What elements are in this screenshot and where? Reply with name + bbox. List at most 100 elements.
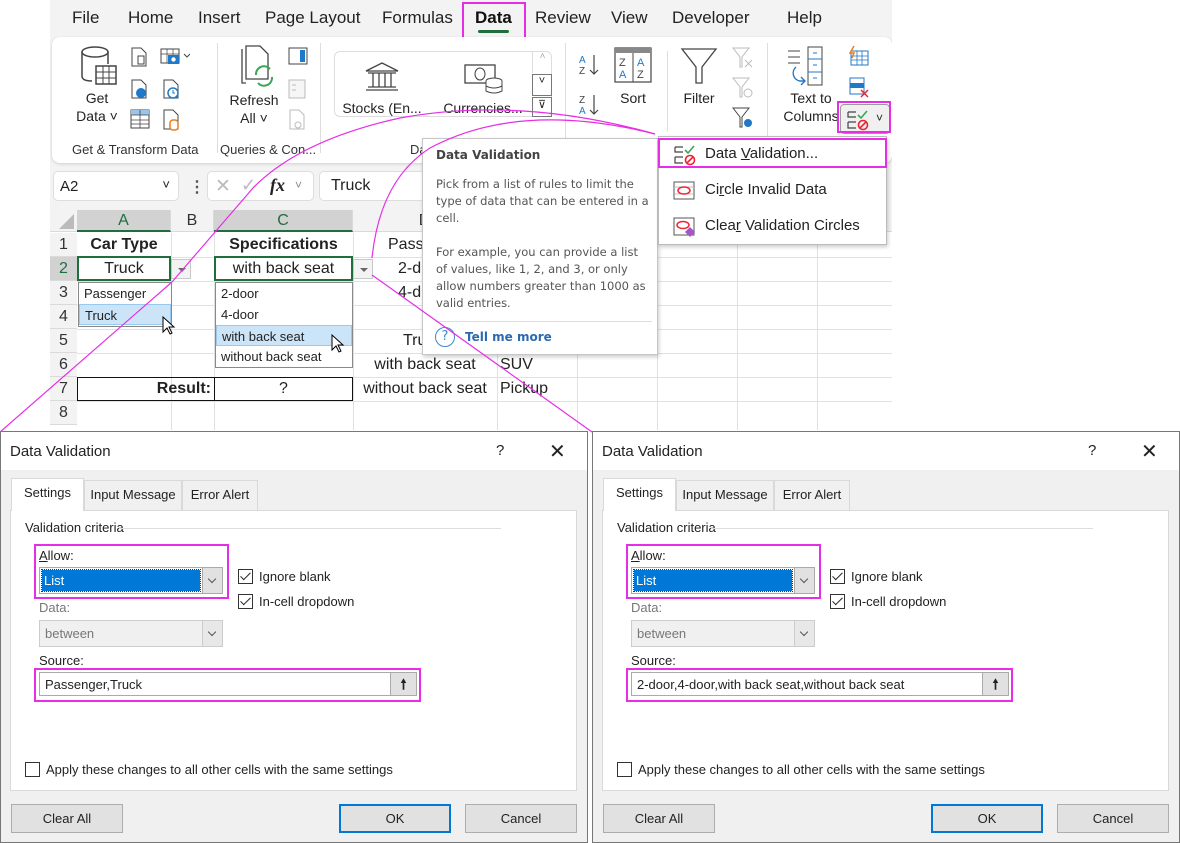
select-all-corner[interactable] [50,210,77,232]
tab-developer[interactable]: Developer [672,8,750,28]
svg-text:Z: Z [579,95,585,106]
cell-d6[interactable]: with back seat [353,356,497,374]
from-picture-icon[interactable] [160,47,191,72]
ignore-blank-label: Ignore blank [851,569,923,584]
menu-item-clear-validation-circles[interactable]: Clear Validation Circles [659,209,887,243]
list-item[interactable]: 2-door [216,283,352,304]
advanced-filter-icon[interactable] [731,107,754,134]
stocks-button[interactable]: Stocks (En... [342,99,422,117]
remove-duplicates-icon[interactable] [848,77,870,104]
tab-review[interactable]: Review [535,8,591,28]
apply-all-checkbox[interactable] [25,762,40,777]
sort-a-z-icon[interactable]: AZ [578,52,602,83]
clear-all-button[interactable]: Clear All [11,804,123,833]
tab-formulas[interactable]: Formulas [382,8,453,28]
cell-a2[interactable]: Truck [77,256,171,281]
row-header-8[interactable]: 8 [50,401,77,425]
tab-settings[interactable]: Settings [11,478,84,511]
clear-filter-icon [731,47,754,74]
gallery-scroll-up[interactable]: ˄ [532,51,552,73]
help-icon[interactable]: ? [435,327,455,347]
cell-a2-dropdown-button[interactable] [171,259,191,279]
cell-b7[interactable]: Result: [77,380,211,398]
row-header-7[interactable]: 7 [50,377,77,401]
text-to-columns-icon[interactable] [786,45,826,92]
tab-input-message[interactable]: Input Message [84,480,182,510]
tab-view[interactable]: View [611,8,648,28]
text-to-columns-button[interactable]: Text to Columns [780,89,842,125]
cell-e7[interactable]: Pickup [500,380,577,398]
cell-a1[interactable]: Car Type [77,236,171,254]
recent-sources-icon[interactable] [162,79,180,104]
cell-c2[interactable]: with back seat [214,256,353,281]
cancel-entry-icon[interactable]: ✕ [215,175,231,198]
from-web-icon[interactable] [130,79,148,104]
list-item[interactable]: Passenger [79,283,171,304]
row-header-3[interactable]: 3 [50,281,77,305]
flash-fill-icon[interactable] [848,45,870,72]
in-cell-dropdown-checkbox[interactable] [830,594,845,609]
clear-all-button[interactable]: Clear All [603,804,715,833]
help-button[interactable]: ? [496,442,504,459]
row-header-6[interactable]: 6 [50,353,77,377]
cell-e6[interactable]: SUV [500,356,577,374]
currencies-button[interactable]: Currencies... [440,99,526,117]
cell-d7[interactable]: without back seat [353,380,497,398]
tell-me-more-link[interactable]: Tell me more [465,330,552,344]
stocks-icon[interactable] [364,61,400,96]
apply-all-checkbox[interactable] [617,762,632,777]
menu-item-circle-invalid-data[interactable]: Circle Invalid Data [659,173,887,207]
filter-icon[interactable] [680,47,718,90]
gallery-expand[interactable]: ⊽ [532,97,552,117]
name-box[interactable]: A2 ˅ [53,171,179,201]
cell-c1[interactable]: Specifications [214,236,353,254]
tab-settings[interactable]: Settings [603,478,676,511]
row-header-1[interactable]: 1 [50,233,77,257]
cancel-button[interactable]: Cancel [1057,804,1169,833]
ignore-blank-checkbox[interactable] [238,569,253,584]
tab-insert[interactable]: Insert [198,8,241,28]
more-options-icon[interactable]: ⋮ [189,177,205,197]
close-button[interactable]: ✕ [549,439,566,464]
tab-error-alert[interactable]: Error Alert [182,480,258,510]
from-table-icon[interactable] [130,109,150,134]
list-item[interactable]: 4-door [216,304,352,325]
from-text-icon[interactable] [130,47,148,72]
insert-function-icon[interactable]: fx [270,175,285,196]
row-header-4[interactable]: 4 [50,305,77,329]
tab-page-layout[interactable]: Page Layout [265,8,360,28]
get-data-button[interactable]: Get Data ˅ [72,89,122,125]
queries-connections-icon[interactable] [288,47,308,70]
formula-input[interactable]: Truck [319,171,439,201]
cancel-button[interactable]: Cancel [465,804,577,833]
row-header-2[interactable]: 2 [50,257,77,281]
existing-connections-icon[interactable] [162,109,180,136]
ignore-blank-checkbox[interactable] [830,569,845,584]
refresh-all-icon[interactable] [238,45,278,94]
cell-c7[interactable]: ? [214,380,353,398]
tab-error-alert[interactable]: Error Alert [774,480,850,510]
refresh-all-button[interactable]: Refresh All ˅ [224,91,284,127]
sort-button[interactable]: Sort [612,89,654,107]
in-cell-dropdown-checkbox[interactable] [238,594,253,609]
currencies-icon[interactable] [464,59,504,100]
sort-z-a-icon[interactable]: ZA [578,92,602,123]
tab-help[interactable]: Help [787,8,822,28]
column-header-a[interactable]: A [77,210,171,232]
row-header-5[interactable]: 5 [50,329,77,353]
tab-file[interactable]: File [72,8,99,28]
ok-button[interactable]: OK [931,804,1043,833]
gallery-scroll-down[interactable]: ˅ [532,74,552,96]
help-button[interactable]: ? [1088,442,1096,459]
list-item-hovered[interactable]: Truck [79,304,171,325]
sort-icon[interactable]: ZAAZ [614,47,652,88]
confirm-entry-icon[interactable]: ✓ [241,175,256,196]
column-header-b[interactable]: B [171,210,214,232]
tab-input-message[interactable]: Input Message [676,480,774,510]
filter-button[interactable]: Filter [674,89,724,107]
column-header-c[interactable]: C [214,210,353,232]
text-to-columns-line2: Columns [783,108,839,124]
ok-button[interactable]: OK [339,804,451,833]
tab-home[interactable]: Home [128,8,173,28]
close-button[interactable]: ✕ [1141,439,1158,464]
